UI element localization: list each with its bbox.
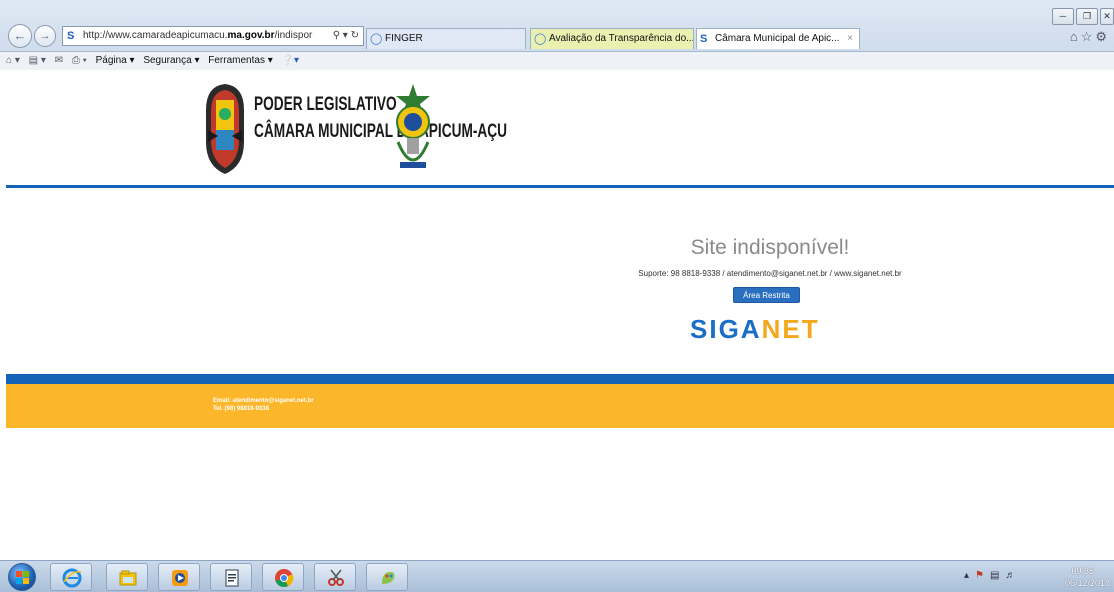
page-header: PODER LEGISLATIVO CÂMARA MUNICIPAL DE AP… <box>0 70 1114 188</box>
clock-time[interactable]: 09:35 <box>1071 566 1094 576</box>
scissors-icon <box>328 569 344 586</box>
address-bar[interactable]: S http://www.camaradeapicumacu.ma.gov.br… <box>62 26 364 46</box>
municipal-crest-icon <box>206 84 244 174</box>
document-icon <box>225 569 239 587</box>
close-tab-icon[interactable]: × <box>847 29 853 48</box>
chevron-down-icon[interactable]: ▾ <box>343 30 348 41</box>
taskbar-chrome[interactable] <box>262 563 304 591</box>
header-divider <box>6 185 1114 188</box>
footer-email: Email: atendimento@siganet.net.br <box>213 398 314 404</box>
tray-icons: ▴⚑▤♬ <box>964 570 1021 581</box>
security-menu[interactable]: Segurança ▾ <box>143 52 199 70</box>
logo-title: PODER LEGISLATIVO CÂMARA MUNICIPAL DE AP… <box>254 94 508 148</box>
tab-label: Avaliação da Transparência do... <box>549 33 694 44</box>
command-bar: ⌂ ▾ ▤ ▾ ✉ ⎙ ▾ Página ▾ Segurança ▾ Ferra… <box>0 52 1114 70</box>
ie-page-icon: ◯ <box>534 33 547 45</box>
minimize-button[interactable]: ─ <box>1052 8 1074 25</box>
taskbar-paint[interactable] <box>366 563 408 591</box>
siganet-wordmark: SIGANET <box>690 314 820 344</box>
tools-menu[interactable]: Ferramentas ▾ <box>208 52 272 70</box>
system-tray: ▴⚑▤♬ 09:35 06/12/2018 <box>944 561 1114 592</box>
feeds-icon[interactable]: ▤ ▾ <box>29 52 46 70</box>
tab-avaliacao[interactable]: ◯ Avaliação da Transparência do... <box>530 28 694 49</box>
print-icon[interactable]: ⎙ ▾ <box>72 52 87 70</box>
siganet-favicon-icon: S <box>67 30 75 42</box>
main-content: Site indisponível! Suporte: 98 8818-9338… <box>0 190 1114 370</box>
address-tools: ⚲ ▾ ↻ <box>333 27 359 45</box>
home-icon[interactable]: ⌂ ▾ <box>6 52 20 70</box>
star-icon[interactable]: ☆ <box>1081 29 1096 44</box>
flag-icon[interactable]: ⚑ <box>975 570 990 581</box>
chrome-icon <box>275 569 294 587</box>
media-player-icon <box>172 570 188 586</box>
back-button[interactable]: ← <box>8 24 32 48</box>
volume-icon[interactable]: ♬ <box>1005 570 1021 581</box>
taskbar-media-player[interactable] <box>158 563 200 591</box>
start-button[interactable] <box>8 563 36 591</box>
home-icon[interactable]: ⌂ <box>1070 29 1081 44</box>
mail-icon[interactable]: ✉ <box>55 52 63 70</box>
network-icon[interactable]: ▤ <box>990 570 1005 581</box>
siganet-favicon-icon: S <box>700 33 708 45</box>
search-icon[interactable]: ⚲ <box>333 30 340 41</box>
windows-taskbar: ▴⚑▤♬ 09:35 06/12/2018 <box>0 560 1114 592</box>
ie-page-icon: ◯ <box>370 33 383 45</box>
internet-explorer-icon <box>62 568 82 588</box>
restricted-area-button[interactable]: Área Restrita <box>733 287 800 303</box>
folder-icon <box>119 570 137 586</box>
logo-line-1: PODER LEGISLATIVO <box>254 94 397 115</box>
taskbar-document-viewer[interactable] <box>210 563 252 591</box>
support-info: Suporte: 98 8818-9338 / atendimento@siga… <box>638 269 902 278</box>
arrow-right-icon: → <box>39 30 51 42</box>
url-prefix: http://www.camaradeapicumacu. <box>83 30 228 41</box>
close-button[interactable]: ✕ <box>1100 8 1114 25</box>
chevron-up-icon[interactable]: ▴ <box>964 570 975 581</box>
forward-button[interactable]: → <box>34 25 56 47</box>
url-suffix: /indispor <box>274 30 313 41</box>
refresh-icon[interactable]: ↻ <box>351 30 359 41</box>
brand-part-net: NET <box>761 314 820 344</box>
tab-finger[interactable]: ◯ FINGER <box>366 28 526 49</box>
help-icon[interactable]: ❔▾ <box>282 52 299 70</box>
restore-button[interactable]: ❐ <box>1076 8 1098 25</box>
screen: ← → S http://www.camaradeapicumacu.ma.go… <box>0 0 1114 592</box>
clock-date[interactable]: 06/12/2018 <box>1065 578 1110 588</box>
window-controls: ─ ❐ ✕ <box>1050 6 1114 25</box>
brand-part-siga: SIGA <box>690 314 762 344</box>
browser-titlebar: ← → S http://www.camaradeapicumacu.ma.go… <box>0 0 1114 52</box>
page-title: Site indisponível! <box>690 236 850 259</box>
paint-icon <box>382 572 395 584</box>
footer-phone: Tel. (98) 98818-9338 <box>213 406 269 412</box>
browser-right-icons: ⌂☆⚙ <box>1070 29 1110 45</box>
tab-label: FINGER <box>385 33 423 44</box>
page-footer: Email: atendimento@siganet.net.br Tel. (… <box>6 384 1114 428</box>
gear-icon[interactable]: ⚙ <box>1095 29 1110 44</box>
national-coat-of-arms-icon <box>396 84 430 168</box>
tab-camara-municipal[interactable]: S Câmara Municipal de Apic... × <box>696 28 860 49</box>
arrow-left-icon: ← <box>13 28 27 43</box>
taskbar-file-explorer[interactable] <box>106 563 148 591</box>
url-domain: ma.gov.br <box>227 30 275 41</box>
taskbar-internet-explorer[interactable] <box>50 563 92 591</box>
site-logo[interactable]: PODER LEGISLATIVO CÂMARA MUNICIPAL DE AP… <box>202 76 508 182</box>
footer-top-bar <box>6 374 1114 384</box>
tab-label: Câmara Municipal de Apic... <box>715 33 840 44</box>
siganet-logo[interactable]: SIGANET <box>690 314 850 348</box>
taskbar-snipping-tool[interactable] <box>314 563 356 591</box>
page-menu[interactable]: Página ▾ <box>96 52 135 70</box>
logo-line-2: CÂMARA MUNICIPAL DE APICUM-AÇU <box>254 121 508 142</box>
windows-logo-icon <box>16 571 29 584</box>
